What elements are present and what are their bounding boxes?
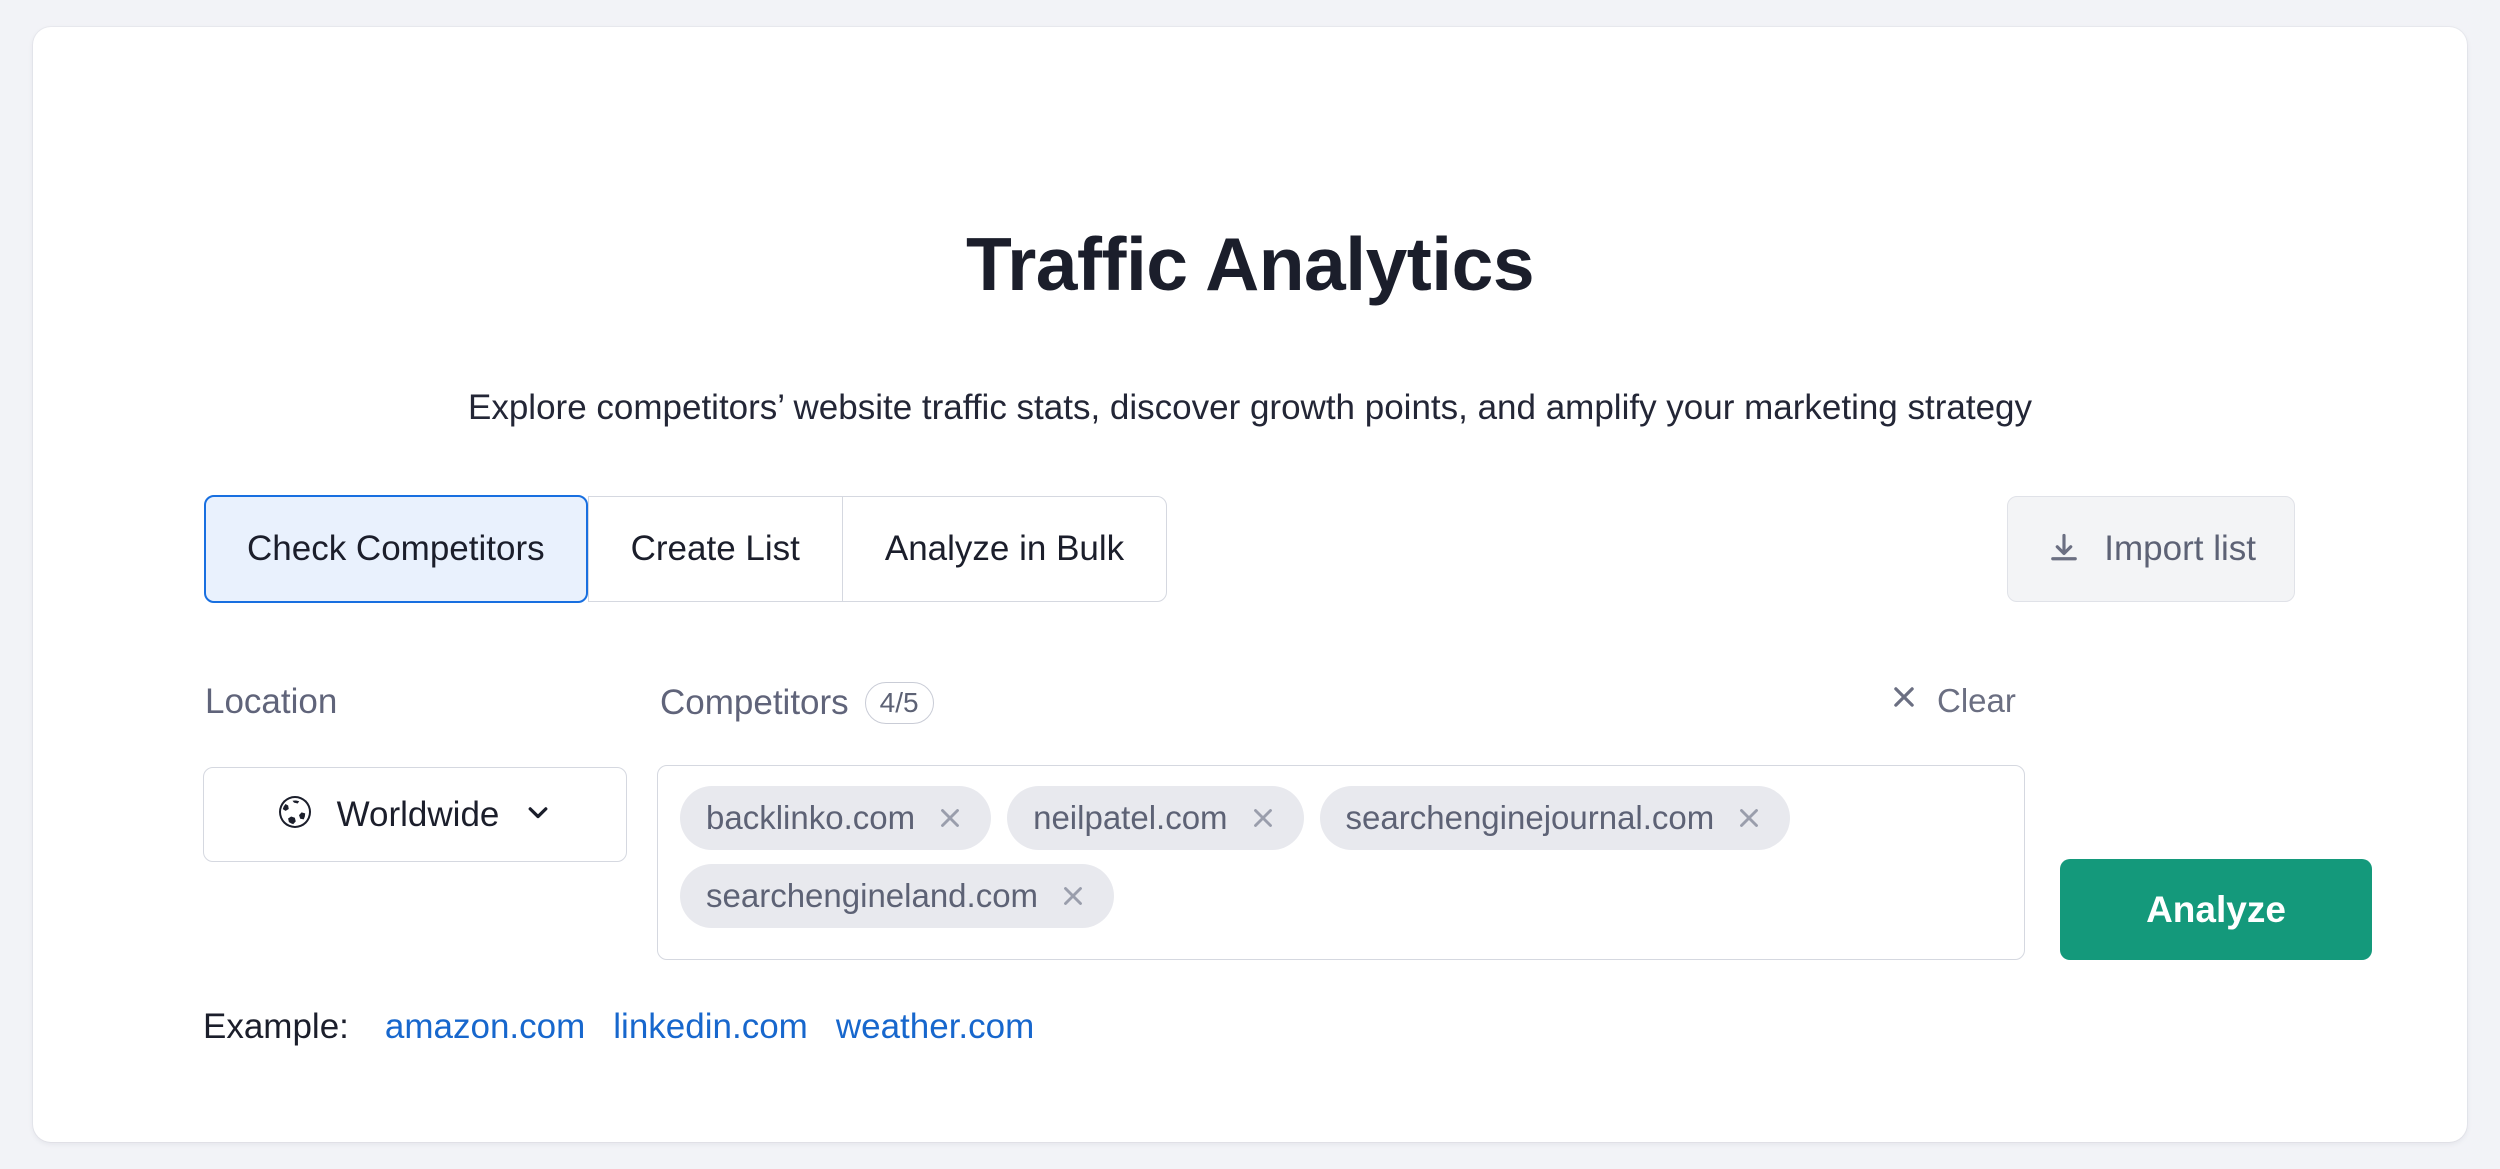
example-link-amazon[interactable]: amazon.com: [385, 1007, 585, 1047]
example-link-linkedin[interactable]: linkedin.com: [613, 1007, 808, 1047]
globe-icon: [275, 792, 315, 837]
close-x-icon[interactable]: [1058, 881, 1088, 911]
competitor-tag-label: backlinko.com: [706, 799, 916, 836]
competitors-count-badge: 4/5: [864, 682, 934, 724]
competitor-tag-label: searchenginejournal.com: [1345, 799, 1715, 836]
competitor-tag-label: neilpatel.com: [1033, 799, 1228, 836]
competitor-tag[interactable]: searchengineland.com: [680, 864, 1115, 928]
location-value: Worldwide: [336, 794, 500, 834]
import-list-label: Import list: [2104, 529, 2256, 568]
clear-label: Clear: [1937, 682, 2016, 719]
tab-analyze-in-bulk[interactable]: Analyze in Bulk: [841, 496, 1168, 602]
competitor-tag[interactable]: backlinko.com: [680, 786, 992, 850]
close-x-icon[interactable]: [1734, 803, 1764, 833]
examples-row: Example: amazon.com linkedin.com weather…: [203, 1007, 1034, 1047]
competitor-tag[interactable]: searchenginejournal.com: [1319, 786, 1791, 850]
competitors-label-group: Competitors 4/5: [660, 682, 934, 724]
page-title: Traffic Analytics: [965, 222, 1535, 307]
examples-label: Example:: [203, 1007, 349, 1046]
close-x-icon[interactable]: [935, 803, 965, 833]
location-select[interactable]: Worldwide: [203, 767, 627, 862]
mode-tab-group: Check Competitors Create List Analyze in…: [204, 495, 1168, 603]
clear-button[interactable]: Clear: [1889, 682, 2016, 720]
tab-check-competitors[interactable]: Check Competitors: [204, 495, 588, 603]
close-x-icon[interactable]: [1248, 803, 1278, 833]
location-label: Location: [205, 682, 338, 721]
competitor-tag[interactable]: neilpatel.com: [1007, 786, 1304, 850]
tab-create-list[interactable]: Create List: [587, 496, 842, 602]
competitors-label: Competitors: [660, 683, 849, 722]
tabs-row: Check Competitors Create List Analyze in…: [204, 495, 2467, 603]
import-list-button[interactable]: Import list: [2007, 496, 2295, 602]
tab-check-competitors-label: Check Competitors: [247, 529, 545, 568]
tab-create-list-label: Create List: [630, 529, 800, 568]
page-subtitle: Explore competitors’ website traffic sta…: [468, 388, 2032, 427]
traffic-analytics-card: Traffic Analytics Explore competitors’ w…: [33, 27, 2467, 1142]
download-tray-icon: [2046, 531, 2082, 567]
chevron-down-icon: [521, 795, 555, 834]
competitors-input[interactable]: backlinko.com neilpatel.com searchengine…: [657, 765, 2025, 960]
competitor-tag-label: searchengineland.com: [706, 877, 1039, 914]
close-x-icon: [1889, 682, 1919, 720]
example-link-weather[interactable]: weather.com: [836, 1007, 1034, 1047]
analyze-button[interactable]: Analyze: [2060, 859, 2372, 960]
tab-analyze-in-bulk-label: Analyze in Bulk: [884, 529, 1125, 568]
